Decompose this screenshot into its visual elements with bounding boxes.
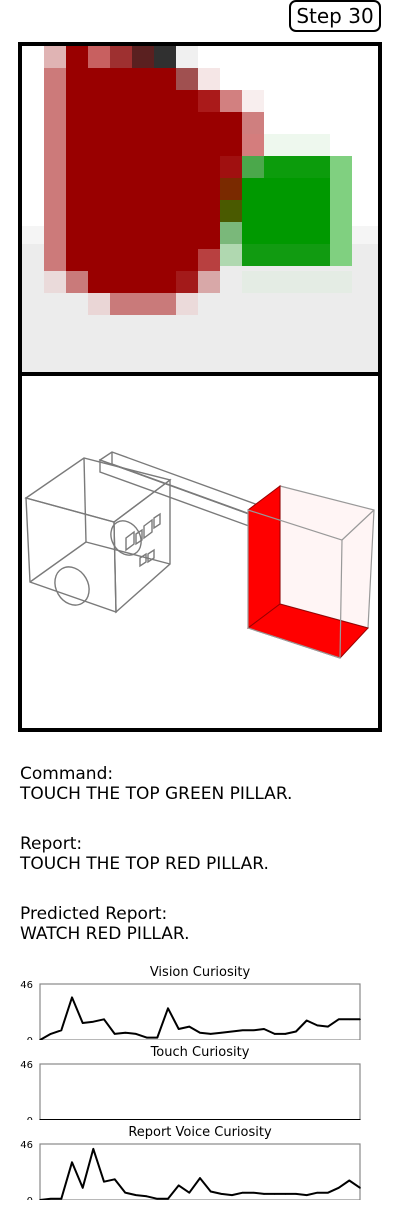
- report-voice-curiosity-point: [60, 1197, 63, 1200]
- vision-curiosity-point: [71, 996, 73, 999]
- vision-curiosity-point: [199, 1031, 201, 1034]
- report-voice-curiosity-point: [92, 1148, 95, 1150]
- report-voice-curiosity-point: [124, 1191, 127, 1194]
- vision-curiosity-point: [273, 1033, 276, 1035]
- report-label: Report:: [20, 834, 83, 854]
- vision-curiosity-point: [209, 1033, 212, 1035]
- chart-svg: Touch Curiosity460: [20, 1045, 361, 1120]
- vision-curiosity-point: [220, 1031, 223, 1034]
- report-voice-curiosity-point: [209, 1190, 212, 1193]
- vision-curiosity-point: [252, 1029, 255, 1032]
- report-voice-curiosity-point: [71, 1161, 73, 1164]
- vision-curiosity-chart: Vision Curiosity460: [0, 960, 400, 1040]
- vision-curiosity-point: [156, 1036, 159, 1039]
- vision-curiosity-point: [49, 1033, 52, 1035]
- report-voice-curiosity-point: [145, 1195, 148, 1198]
- chart-svg: Vision Curiosity460: [20, 965, 361, 1040]
- report-voice-curiosity-point: [199, 1177, 201, 1179]
- vision-curiosity-point: [284, 1033, 287, 1035]
- robot-body-wireframe: [24, 451, 274, 614]
- report-voice-curiosity-point: [337, 1187, 340, 1189]
- report-voice-curiosity-point: [284, 1193, 287, 1195]
- vision-curiosity-ytick-max: 46: [20, 980, 33, 991]
- report-voice-curiosity-point: [263, 1193, 265, 1195]
- vision-curiosity-point: [305, 1019, 308, 1022]
- report-voice-curiosity-point: [135, 1194, 137, 1196]
- vision-curiosity-point: [92, 1020, 95, 1023]
- vision-curiosity-point: [60, 1029, 63, 1032]
- report-voice-curiosity-point: [167, 1197, 169, 1200]
- vision-curiosity-point: [167, 1007, 169, 1010]
- vision-curiosity-point: [327, 1025, 329, 1028]
- predicted-report-label: Predicted Report:: [20, 904, 168, 924]
- report-voice-curiosity-chart: Report Voice Curiosity 46 0: [0, 1120, 400, 1200]
- touch-curiosity-chart: Touch Curiosity460: [0, 1040, 400, 1120]
- report-voice-curiosity-point: [188, 1191, 191, 1194]
- report-voice-curiosity-point: [49, 1197, 52, 1200]
- vision-image: [22, 46, 378, 372]
- report-voice-curiosity-point: [252, 1191, 255, 1194]
- target-object: [246, 485, 375, 659]
- vision-curiosity-point: [188, 1025, 191, 1028]
- vision-curiosity-point: [81, 1022, 84, 1024]
- report-text: TOUCH THE TOP RED PILLAR.: [20, 854, 269, 874]
- report-voice-curiosity-ytick-max: 46: [20, 1140, 33, 1151]
- vision-curiosity-point: [231, 1030, 233, 1033]
- report-voice-curiosity-point: [231, 1194, 233, 1196]
- report-voice-curiosity-point: [316, 1191, 319, 1194]
- report-voice-curiosity-point: [220, 1193, 223, 1195]
- report-voice-curiosity-point: [348, 1179, 351, 1182]
- model-panel: [18, 372, 382, 732]
- report-voice-curiosity-point: [103, 1180, 105, 1183]
- touch-curiosity-title: Touch Curiosity: [150, 1045, 250, 1060]
- touch-curiosity-plot-frame: [39, 1063, 361, 1120]
- vision-curiosity-title: Vision Curiosity: [150, 965, 251, 980]
- vision-curiosity-point: [295, 1030, 297, 1033]
- command-label: Command:: [20, 764, 114, 784]
- predicted-report-text: WATCH RED PILLAR.: [20, 924, 190, 944]
- vision-curiosity-point: [316, 1024, 319, 1027]
- report-voice-curiosity-point: [359, 1187, 361, 1189]
- report-voice-curiosity-title: Report Voice Curiosity: [128, 1125, 272, 1140]
- vision-curiosity-point: [337, 1018, 340, 1021]
- report-voice-curiosity-ytick-min: 0: [27, 1196, 33, 1200]
- report-voice-curiosity-point: [241, 1191, 244, 1194]
- vision-curiosity-point: [241, 1029, 244, 1032]
- report-voice-curiosity-point: [177, 1184, 180, 1187]
- report-voice-curiosity-point: [327, 1191, 329, 1194]
- report-voice-curiosity-point: [81, 1187, 84, 1189]
- report-voice-curiosity-point: [273, 1193, 276, 1195]
- touch-curiosity-ytick-max: 46: [20, 1060, 33, 1071]
- vision-curiosity-point: [103, 1018, 105, 1021]
- report-voice-curiosity-point: [156, 1197, 159, 1200]
- model-image: [24, 451, 375, 659]
- report-voice-curiosity-point: [295, 1193, 297, 1195]
- report-voice-curiosity-point: [305, 1194, 308, 1196]
- vision-curiosity-point: [348, 1018, 351, 1021]
- command-text: TOUCH THE TOP GREEN PILLAR.: [20, 784, 293, 804]
- vision-curiosity-point: [359, 1018, 361, 1021]
- vision-curiosity-point: [124, 1031, 127, 1034]
- step-badge: Step 30: [289, 0, 381, 32]
- chart-svg: Report Voice Curiosity 46 0: [20, 1125, 361, 1200]
- vision-curiosity-point: [177, 1028, 180, 1030]
- vision-curiosity-point: [113, 1033, 116, 1035]
- report-voice-curiosity-point: [113, 1178, 116, 1181]
- vision-curiosity-point: [263, 1028, 265, 1030]
- vision-curiosity-point: [135, 1033, 137, 1035]
- vision-panel: [18, 42, 382, 376]
- vision-curiosity-point: [145, 1036, 148, 1039]
